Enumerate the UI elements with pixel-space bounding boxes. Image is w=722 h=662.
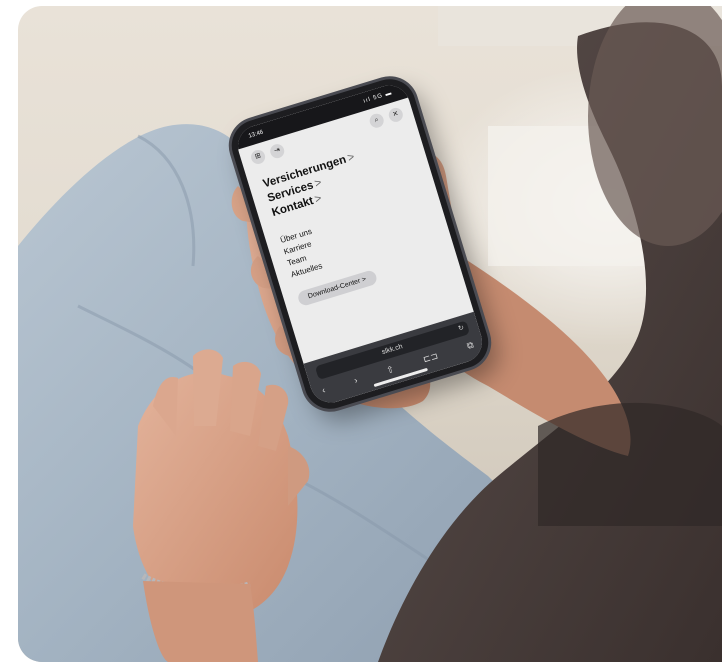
bookmarks-icon[interactable]: ⊏⊐: [422, 350, 440, 366]
status-indicators: ııl 5G ▬: [362, 90, 394, 105]
tabs-icon[interactable]: ⧉: [466, 339, 476, 352]
secondary-menu: Über uns Karriere Team Aktuelles: [279, 226, 324, 281]
menu-icon[interactable]: ⊞: [249, 148, 267, 166]
chevron-right-icon: >: [313, 192, 324, 206]
forearm: [143, 581, 258, 662]
chevron-right-icon: >: [346, 151, 357, 165]
login-icon[interactable]: ⇥: [268, 142, 286, 160]
share-icon[interactable]: ⇧: [385, 364, 396, 378]
reload-icon[interactable]: ↻: [457, 322, 467, 337]
chevron-right-icon: >: [313, 176, 324, 191]
close-icon[interactable]: ✕: [387, 106, 405, 124]
status-time: 13:46: [247, 129, 265, 140]
url-text: slkk.ch: [381, 343, 404, 357]
photo: 13:46 ııl 5G ▬ ⊞ ⇥ ⌕ ✕ Versicherungen> S…: [18, 6, 722, 662]
forward-icon[interactable]: ›: [353, 375, 359, 387]
back-icon[interactable]: ‹: [321, 385, 327, 397]
search-icon[interactable]: ⌕: [367, 111, 386, 130]
main-menu: Versicherungen> Services> Kontakt>: [261, 150, 365, 221]
